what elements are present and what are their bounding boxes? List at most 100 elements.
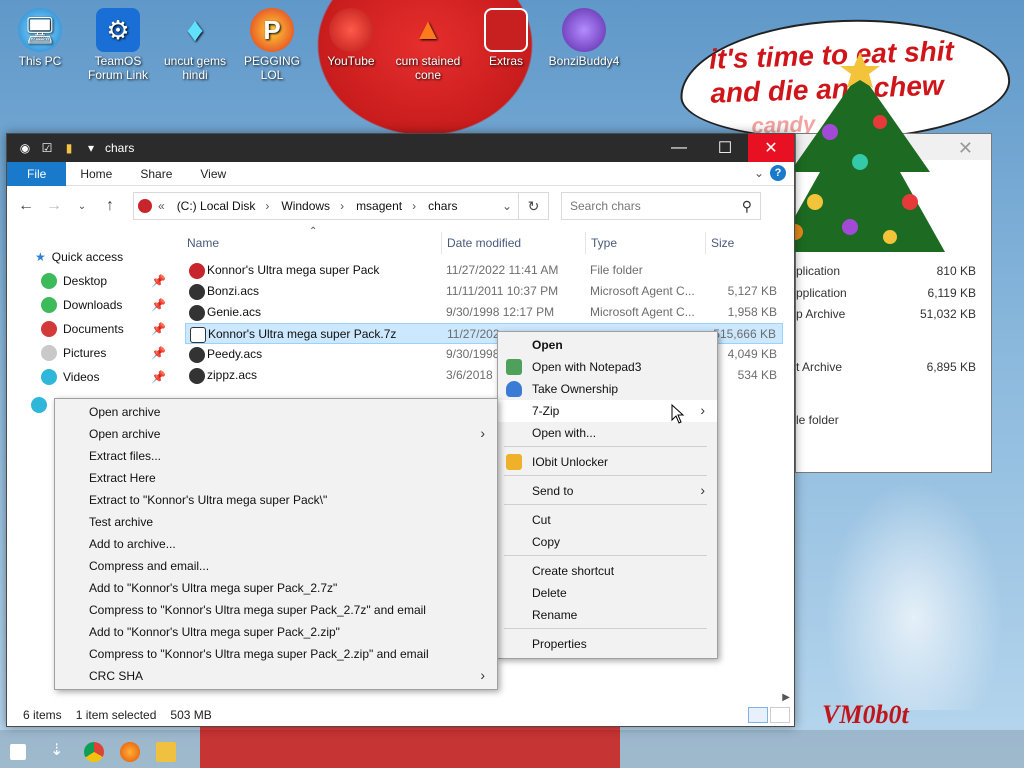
- menu-item-label: Properties: [532, 637, 587, 651]
- breadcrumb-windows[interactable]: Windows: [281, 199, 330, 213]
- submenu-item[interactable]: Extract Here: [55, 467, 497, 489]
- box-icon: [484, 8, 528, 52]
- refresh-icon[interactable]: ↻: [518, 193, 548, 219]
- submenu-item[interactable]: CRC SHA ›: [55, 665, 497, 687]
- breadcrumb-msagent[interactable]: msagent: [356, 199, 402, 213]
- tab-file[interactable]: File: [7, 161, 67, 186]
- menu-item-open-with-notepad3[interactable]: Open with Notepad3: [498, 356, 717, 378]
- nav-pictures[interactable]: Pictures: [41, 342, 106, 364]
- details-view-icon[interactable]: [748, 707, 768, 723]
- desktop-icon-pegging[interactable]: P PEGGING LOL: [232, 8, 312, 82]
- submenu-item[interactable]: Extract files...: [55, 445, 497, 467]
- menu-item-copy[interactable]: Copy: [498, 531, 717, 553]
- app-icon[interactable]: ◉: [17, 140, 33, 156]
- file-row[interactable]: Genie.acs 9/30/1998 12:17 PM Microsoft A…: [185, 302, 783, 323]
- back-button[interactable]: ←: [15, 195, 37, 217]
- menu-item-cut[interactable]: Cut: [498, 509, 717, 531]
- column-divider[interactable]: [585, 232, 586, 254]
- star-icon: ★: [35, 250, 46, 264]
- file-row[interactable]: Bonzi.acs 11/11/2011 10:37 PM Microsoft …: [185, 281, 783, 302]
- scroll-right-icon[interactable]: ▶: [782, 692, 790, 703]
- firefox-icon[interactable]: [120, 742, 140, 762]
- task-view-icon[interactable]: ⇣: [50, 740, 70, 760]
- submenu-item[interactable]: Add to "Konnor's Ultra mega super Pack_2…: [55, 577, 497, 599]
- column-header-date[interactable]: Date modified: [447, 236, 521, 250]
- column-header-size[interactable]: Size: [711, 236, 734, 250]
- horizontal-scrollbar[interactable]: ▶: [7, 692, 794, 704]
- address-overflow-icon[interactable]: «: [158, 199, 165, 213]
- column-divider[interactable]: [705, 232, 706, 254]
- forward-button[interactable]: →: [43, 195, 65, 217]
- start-button-windows-icon[interactable]: [10, 744, 26, 760]
- breadcrumb-local-disk[interactable]: (C:) Local Disk: [177, 199, 256, 213]
- sort-up-icon: ⌃: [309, 226, 318, 237]
- help-icon[interactable]: ?: [770, 165, 786, 181]
- desktop-icon-extras[interactable]: Extras: [466, 8, 546, 68]
- mouse-cursor-icon: [671, 404, 685, 424]
- desktop-icon-youtube[interactable]: YouTube: [311, 8, 391, 68]
- tab-view[interactable]: View: [186, 162, 240, 186]
- nav-downloads[interactable]: Downloads: [41, 294, 122, 316]
- column-header-type[interactable]: Type: [591, 236, 617, 250]
- expand-ribbon-icon[interactable]: ⌄: [754, 166, 764, 180]
- maximize-button[interactable]: ☐: [702, 134, 748, 162]
- chevron-down-icon[interactable]: ▾: [83, 140, 99, 156]
- nav-quick-access[interactable]: ★ Quick access: [35, 246, 123, 268]
- menu-item-iobit-unlocker[interactable]: IObit Unlocker: [498, 451, 717, 473]
- submenu-item[interactable]: Open archive ›: [55, 423, 497, 445]
- background-row-size: 51,032 KB: [919, 307, 976, 321]
- menu-item-take-ownership[interactable]: Take Ownership: [498, 378, 717, 400]
- address-bar[interactable]: « (C:) Local Disk › Windows › msagent › …: [133, 192, 549, 220]
- desktop-icon-cone[interactable]: ▲ cum stained cone: [388, 8, 468, 83]
- submenu-item[interactable]: Test archive: [55, 511, 497, 533]
- file-row[interactable]: Konnor's Ultra mega super Pack 11/27/202…: [185, 260, 783, 281]
- menu-item-label: Rename: [532, 608, 578, 622]
- menu-item-properties[interactable]: Properties: [498, 633, 717, 655]
- recent-locations-chevron-icon[interactable]: ⌄: [71, 195, 93, 217]
- submenu-item[interactable]: Compress and email...: [55, 555, 497, 577]
- desktop-icon-bonzibuddy[interactable]: BonziBuddy4: [544, 8, 624, 68]
- properties-icon[interactable]: ☑: [39, 140, 55, 156]
- file-explorer-icon[interactable]: [156, 742, 176, 762]
- tab-share[interactable]: Share: [126, 162, 186, 186]
- title-bar[interactable]: ◉ ☑ ▮ ▾ chars — ☐ ✕: [7, 134, 794, 162]
- column-header-name[interactable]: Name: [187, 236, 219, 250]
- nav-videos[interactable]: Videos: [41, 366, 99, 388]
- notepad3-icon: [506, 359, 522, 375]
- desktop-icon-label: uncut gems hindi: [163, 54, 227, 82]
- column-divider[interactable]: [441, 232, 442, 254]
- up-button[interactable]: ↑: [99, 195, 121, 217]
- traffic-cone-icon: ▲: [413, 13, 443, 46]
- menu-item-open[interactable]: Open: [498, 334, 717, 356]
- nav-this-pc[interactable]: [31, 394, 53, 416]
- file-date: 9/30/1998 12:17 PM: [446, 305, 555, 319]
- file-type: File folder: [590, 263, 643, 277]
- submenu-item[interactable]: Compress to "Konnor's Ultra mega super P…: [55, 643, 497, 665]
- quick-access-toolbar: ◉ ☑ ▮ ▾: [7, 140, 99, 156]
- address-dropdown-icon[interactable]: ⌄: [502, 199, 512, 213]
- menu-item-open-with[interactable]: Open with...: [498, 422, 717, 444]
- submenu-item[interactable]: Open archive: [55, 401, 497, 423]
- large-icons-view-icon[interactable]: [770, 707, 790, 723]
- nav-documents[interactable]: Documents: [41, 318, 124, 340]
- minimize-button[interactable]: —: [656, 134, 702, 162]
- submenu-item[interactable]: Compress to "Konnor's Ultra mega super P…: [55, 599, 497, 621]
- submenu-item[interactable]: Add to archive...: [55, 533, 497, 555]
- menu-item-send-to[interactable]: Send to ›: [498, 480, 717, 502]
- desktop-icon-uncut-gems[interactable]: ♦ uncut gems hindi: [155, 8, 235, 82]
- desktop-icon-teamos[interactable]: ⚙ TeamOS Forum Link: [78, 8, 158, 82]
- menu-item-create-shortcut[interactable]: Create shortcut: [498, 560, 717, 582]
- breadcrumb-chars[interactable]: chars: [428, 199, 457, 213]
- context-menu: Open Open with Notepad3 Take Ownership 7…: [497, 331, 718, 659]
- close-button[interactable]: ✕: [748, 134, 794, 162]
- menu-item-delete[interactable]: Delete: [498, 582, 717, 604]
- search-box[interactable]: Search chars ⚲: [561, 192, 761, 220]
- chrome-icon[interactable]: [84, 742, 104, 762]
- submenu-item[interactable]: Add to "Konnor's Ultra mega super Pack_2…: [55, 621, 497, 643]
- new-folder-icon[interactable]: ▮: [61, 140, 77, 156]
- submenu-item[interactable]: Extract to "Konnor's Ultra mega super Pa…: [55, 489, 497, 511]
- menu-item-rename[interactable]: Rename: [498, 604, 717, 626]
- nav-desktop[interactable]: Desktop: [41, 270, 107, 292]
- desktop-icon-this-pc[interactable]: 🖥 This PC: [0, 8, 80, 68]
- tab-home[interactable]: Home: [66, 162, 126, 186]
